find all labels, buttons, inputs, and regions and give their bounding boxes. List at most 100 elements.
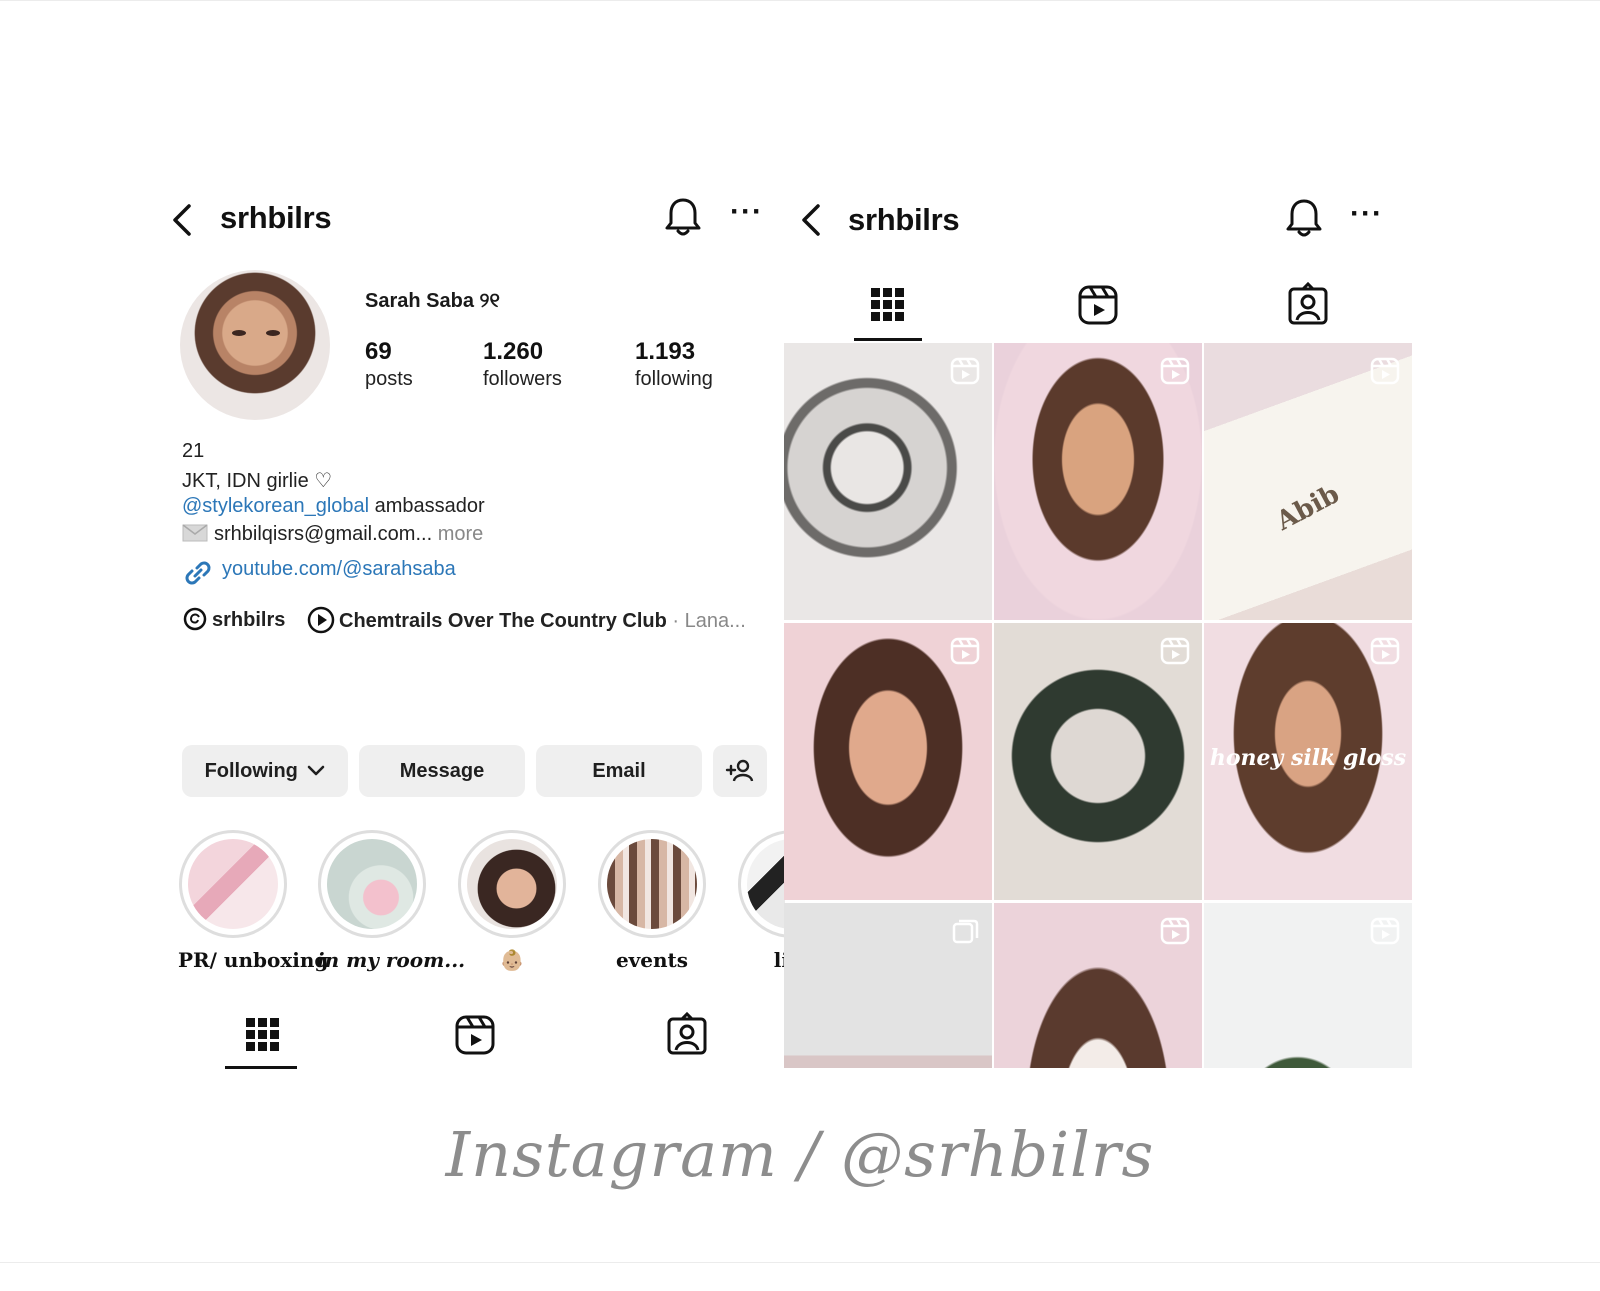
stat-number: 1.260 bbox=[483, 338, 544, 365]
avatar-eye-icon bbox=[232, 330, 246, 336]
back-arrow-icon[interactable] bbox=[167, 200, 197, 240]
reel-icon bbox=[1160, 357, 1190, 385]
stat-number: 1.193 bbox=[635, 338, 696, 365]
grid-post[interactable] bbox=[784, 343, 992, 620]
music-title: Chemtrails Over The Country Club bbox=[339, 610, 667, 632]
highlight-life[interactable]: life bbox=[737, 830, 785, 970]
grid-post[interactable] bbox=[1204, 903, 1412, 1068]
threads-handle: srhbilrs bbox=[212, 609, 286, 631]
highlight-baby[interactable]: 👶🏼 bbox=[457, 830, 567, 972]
highlight-events[interactable]: events bbox=[597, 830, 707, 972]
bio-email-line: srhbilqisrs@gmail.com... more bbox=[182, 523, 483, 546]
tagged-tab-icon[interactable] bbox=[662, 1010, 712, 1060]
avatar[interactable] bbox=[180, 270, 330, 420]
highlight-cover-image bbox=[747, 839, 785, 929]
bottom-divider bbox=[0, 1262, 1600, 1263]
highlight-ring bbox=[458, 830, 566, 938]
bell-icon[interactable] bbox=[663, 195, 703, 239]
highlight-ring bbox=[598, 830, 706, 938]
bio-age: 21 bbox=[182, 440, 205, 462]
avatar-eye-icon bbox=[266, 330, 280, 336]
grid-post[interactable] bbox=[994, 343, 1202, 620]
grid-tab-icon[interactable] bbox=[863, 280, 913, 330]
bio-more-link[interactable]: more bbox=[438, 523, 484, 545]
music-badge[interactable]: Chemtrails Over The Country Club · Lana.… bbox=[307, 606, 746, 634]
message-button[interactable]: Message bbox=[359, 745, 525, 797]
email-button[interactable]: Email bbox=[536, 745, 702, 797]
grid-post[interactable] bbox=[784, 903, 992, 1068]
bio-ambassador-line: @stylekorean_global ambassador bbox=[182, 495, 485, 518]
envelope-icon bbox=[182, 524, 208, 542]
chevron-down-icon bbox=[308, 765, 325, 776]
reel-icon bbox=[950, 357, 980, 385]
highlight-in-my-room[interactable]: in my room... bbox=[317, 830, 466, 972]
more-options-icon[interactable]: ··· bbox=[730, 197, 762, 232]
highlight-ring bbox=[179, 830, 287, 938]
reel-icon bbox=[1160, 917, 1190, 945]
profile-link-text: youtube.com/@sarahsaba bbox=[222, 558, 456, 580]
stat-posts[interactable]: 69 posts bbox=[365, 338, 413, 391]
stat-followers[interactable]: 1.260 followers bbox=[483, 338, 562, 391]
more-options-icon[interactable]: ··· bbox=[1350, 199, 1382, 234]
grid-tab-icon[interactable] bbox=[238, 1010, 288, 1060]
bio-email: srhbilqisrs@gmail.com... bbox=[214, 523, 433, 545]
grid-post[interactable]: honey silk gloss bbox=[1204, 623, 1412, 900]
grid-post[interactable] bbox=[784, 623, 992, 900]
bio-mention-suffix: ambassador bbox=[369, 495, 485, 517]
reel-icon bbox=[1370, 637, 1400, 665]
posts-panel: srhbilrs ··· Abib honey silk gloss bbox=[784, 190, 1416, 1070]
highlight-pr-unboxing[interactable]: PR/ unboxing bbox=[178, 830, 329, 972]
add-person-button[interactable] bbox=[713, 745, 767, 797]
tagged-tab-icon[interactable] bbox=[1283, 280, 1333, 330]
threads-badge[interactable]: srhbilrs bbox=[182, 606, 285, 632]
stat-label: followers bbox=[483, 368, 562, 390]
highlight-label: 👶🏼 bbox=[499, 948, 525, 972]
grid-post[interactable]: Abib bbox=[1204, 343, 1412, 620]
profile-username: srhbilrs bbox=[220, 200, 332, 235]
reels-tab-icon[interactable] bbox=[450, 1010, 500, 1060]
reel-icon bbox=[1160, 637, 1190, 665]
posts-username: srhbilrs bbox=[848, 202, 960, 237]
top-divider bbox=[0, 0, 1600, 1]
profile-header: srhbilrs ··· bbox=[165, 190, 785, 250]
highlight-ring bbox=[318, 830, 426, 938]
profile-panel: srhbilrs ··· Sarah Saba ୨୧ 69 posts 1.26… bbox=[165, 190, 785, 1080]
play-circle-icon bbox=[307, 606, 335, 634]
post-overlay-text: Abib bbox=[1271, 479, 1345, 537]
posts-grid: Abib honey silk gloss bbox=[784, 343, 1414, 1068]
reel-icon bbox=[950, 637, 980, 665]
highlight-label: events bbox=[615, 948, 689, 972]
reel-icon bbox=[1370, 917, 1400, 945]
reel-icon bbox=[1370, 357, 1400, 385]
threads-icon bbox=[183, 607, 207, 631]
active-tab-underline bbox=[854, 338, 922, 341]
highlight-ring bbox=[738, 830, 785, 938]
highlight-cover-image bbox=[467, 839, 557, 929]
stat-following[interactable]: 1.193 following bbox=[635, 338, 713, 391]
carousel-icon bbox=[952, 919, 979, 944]
grid-post[interactable] bbox=[994, 623, 1202, 900]
following-button-label: Following bbox=[204, 760, 298, 782]
stat-label: posts bbox=[365, 368, 413, 390]
bio-location: JKT, IDN girlie ♡ bbox=[182, 470, 333, 492]
highlight-cover-image bbox=[607, 839, 697, 929]
stat-number: 69 bbox=[365, 338, 392, 365]
back-arrow-icon[interactable] bbox=[796, 200, 826, 240]
post-overlay-text: honey silk gloss bbox=[1209, 745, 1407, 771]
stat-label: following bbox=[635, 368, 713, 390]
caption-title: Instagram / @srhbilrs bbox=[445, 1118, 1155, 1191]
highlight-label: PR/ unboxing bbox=[178, 948, 329, 972]
grid-post[interactable] bbox=[994, 903, 1202, 1068]
bell-icon[interactable] bbox=[1284, 196, 1324, 240]
active-tab-underline bbox=[225, 1066, 297, 1069]
music-artist: · Lana... bbox=[672, 610, 746, 632]
add-person-icon bbox=[725, 759, 754, 782]
highlight-label: in my room... bbox=[317, 948, 466, 972]
link-icon bbox=[185, 561, 211, 585]
display-name: Sarah Saba ୨୧ bbox=[365, 290, 500, 312]
bio-mention-link[interactable]: @stylekorean_global bbox=[182, 495, 369, 517]
reels-tab-icon[interactable] bbox=[1073, 280, 1123, 330]
highlight-clip: life bbox=[725, 820, 785, 970]
following-button[interactable]: Following bbox=[182, 745, 348, 797]
highlight-label: life bbox=[773, 948, 785, 970]
